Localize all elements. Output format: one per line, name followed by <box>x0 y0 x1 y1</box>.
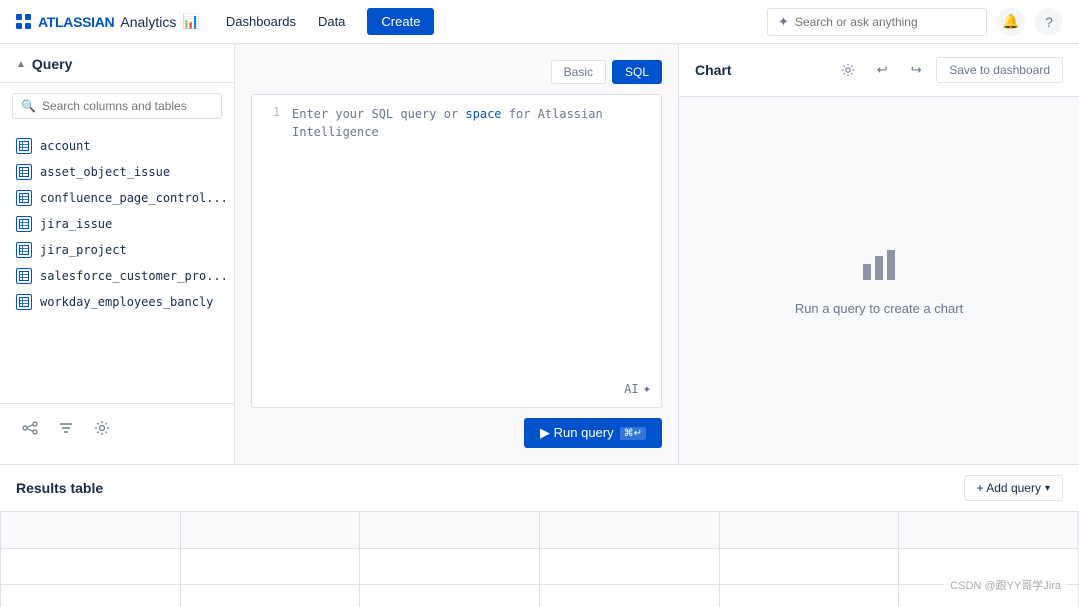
app-grid-icon[interactable] <box>16 14 32 30</box>
chevron-down-icon: ▾ <box>1045 483 1050 494</box>
table-item[interactable]: confluence_page_control... <box>0 185 234 211</box>
chart-panel: Chart ↩ ↪ Save to dashboard <box>679 44 1079 464</box>
help-icon[interactable]: ? <box>1035 8 1063 36</box>
table-row <box>1 584 1079 607</box>
query-header: ▲ Query <box>0 56 234 83</box>
table-icon <box>16 242 32 258</box>
table-header-row <box>1 512 1079 548</box>
col-header <box>1 512 181 548</box>
column-search-input[interactable] <box>42 99 213 113</box>
table-row <box>1 548 1079 584</box>
settings-icon[interactable] <box>88 414 116 442</box>
table-cell <box>539 584 719 607</box>
search-icon: 🔍 <box>21 99 36 113</box>
col-header <box>539 512 719 548</box>
search-wrap: 🔍 <box>0 83 234 129</box>
nav-data[interactable]: Data <box>308 8 355 35</box>
col-header <box>899 512 1079 548</box>
col-header <box>360 512 540 548</box>
watermark: CSDN @跟YY哥学Jira <box>944 575 1067 595</box>
table-cell <box>719 584 899 607</box>
sql-editor[interactable]: 1 Enter your SQL query or space for Atla… <box>251 94 662 408</box>
run-btn-row: ▶ Run query ⌘↵ <box>251 418 662 448</box>
bottom-section: Results table + Add query ▾ <box>0 464 1079 607</box>
table-icon <box>16 294 32 310</box>
sql-placeholder: Enter your SQL query or space for Atlass… <box>292 105 649 397</box>
logo: ATLASSIAN Analytics 📊 <box>16 13 200 30</box>
table-icon <box>16 216 32 232</box>
table-item[interactable]: jira_project <box>0 237 234 263</box>
table-item[interactable]: jira_issue <box>0 211 234 237</box>
nav-dashboards[interactable]: Dashboards <box>216 8 306 35</box>
topnav-nav: Dashboards Data <box>216 8 356 35</box>
undo-icon[interactable]: ↩ <box>868 56 896 84</box>
chart-toolbar: ↩ ↪ Save to dashboard <box>834 56 1063 84</box>
chart-title: Chart <box>695 62 732 78</box>
chart-settings-icon[interactable] <box>834 56 862 84</box>
table-item[interactable]: account <box>0 133 234 159</box>
chart-empty-state: Run a query to create a chart <box>679 97 1079 464</box>
main-layout: ▲ Query 🔍 account <box>0 44 1079 607</box>
results-header: Results table + Add query ▾ <box>0 465 1079 512</box>
query-title: ▲ Query <box>16 56 72 72</box>
chart-header: Chart ↩ ↪ Save to dashboard <box>679 44 1079 97</box>
ai-badge: AI ✦ <box>624 381 651 397</box>
left-panel: ▲ Query 🔍 account <box>0 44 235 464</box>
query-toolbar: Basic SQL <box>251 60 662 84</box>
create-button[interactable]: Create <box>367 8 434 35</box>
notifications-icon[interactable]: 🔔 <box>997 8 1025 36</box>
space-key-hint: space <box>465 107 501 121</box>
results-title: Results table <box>16 480 103 496</box>
global-search[interactable]: ✦ <box>767 8 987 36</box>
add-query-button[interactable]: + Add query ▾ <box>964 475 1063 501</box>
search-input[interactable] <box>795 15 976 29</box>
run-query-button[interactable]: ▶ Run query ⌘↵ <box>524 418 662 448</box>
table-cell <box>360 548 540 584</box>
run-shortcut: ⌘↵ <box>620 427 646 440</box>
sql-mode-button[interactable]: SQL <box>612 60 662 84</box>
table-cell <box>180 548 360 584</box>
sparkle-icon: ✦ <box>643 381 651 397</box>
table-cell <box>180 584 360 607</box>
table-cell <box>1 584 181 607</box>
table-item[interactable]: asset_object_issue <box>0 159 234 185</box>
search-sparkle-icon: ✦ <box>778 14 789 30</box>
top-section: ▲ Query 🔍 account <box>0 44 1079 464</box>
analytics-chart-icon: 📊 <box>182 13 199 30</box>
middle-panel: Basic SQL 1 Enter your SQL query or spac… <box>235 44 679 464</box>
table-cell <box>360 584 540 607</box>
table-list: account asset_object_issue confluence_pa… <box>0 129 234 403</box>
analytics-logo-text: Analytics <box>120 14 176 30</box>
save-to-dashboard-button[interactable]: Save to dashboard <box>936 57 1063 83</box>
filter-icon[interactable] <box>52 414 80 442</box>
col-header <box>180 512 360 548</box>
chart-empty-message: Run a query to create a chart <box>795 301 963 316</box>
redo-icon[interactable]: ↪ <box>902 56 930 84</box>
basic-mode-button[interactable]: Basic <box>551 60 606 84</box>
table-item[interactable]: workday_employees_bancly <box>0 289 234 315</box>
table-icon <box>16 138 32 154</box>
table-icon <box>16 164 32 180</box>
results-table <box>0 512 1079 607</box>
table-icon <box>16 190 32 206</box>
column-search[interactable]: 🔍 <box>12 93 222 119</box>
table-icon <box>16 268 32 284</box>
topnav: ATLASSIAN Analytics 📊 Dashboards Data Cr… <box>0 0 1079 44</box>
schema-icon[interactable] <box>16 414 44 442</box>
chevron-up-icon[interactable]: ▲ <box>16 59 26 70</box>
table-cell <box>1 548 181 584</box>
table-cell <box>539 548 719 584</box>
col-header <box>719 512 899 548</box>
left-panel-actions <box>0 403 234 452</box>
table-item[interactable]: salesforce_customer_pro... <box>0 263 234 289</box>
atlassian-logo-text: ATLASSIAN <box>38 14 114 30</box>
topnav-right: ✦ 🔔 ? <box>767 8 1063 36</box>
line-numbers: 1 <box>264 105 280 397</box>
bar-chart-icon <box>859 246 899 291</box>
table-cell <box>719 548 899 584</box>
